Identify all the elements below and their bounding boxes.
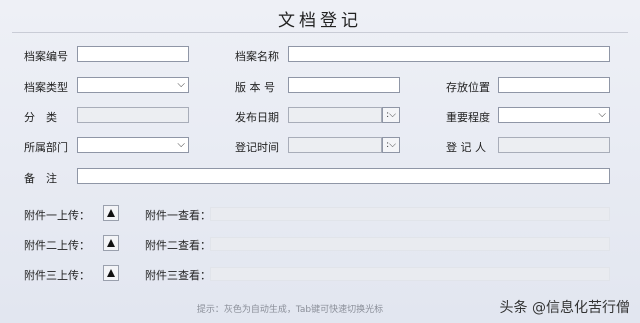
registrant-label: 登 记 人 [446, 141, 486, 154]
category-field [77, 107, 189, 123]
title-divider [12, 32, 628, 33]
archive-type-select[interactable]: ⌵ [77, 77, 189, 93]
attachment2-view-label: 附件二查看： [145, 239, 211, 252]
form-title: 文档登记 [278, 11, 362, 31]
reg-time-label: 登记时间 [235, 141, 279, 154]
hint-text: 提示：灰色为自动生成，Tab键可快速切换光标 [196, 305, 384, 315]
attachment2-upload-button[interactable] [103, 235, 119, 251]
reg-time-field[interactable] [288, 137, 382, 153]
attachment3-view-label: 附件三查看： [145, 269, 211, 282]
attachment2-view-field[interactable] [210, 237, 610, 251]
archive-no-input[interactable] [77, 46, 189, 62]
remark-label: 备 注 [24, 172, 57, 185]
chevron-down-icon: ⌵ [177, 139, 185, 150]
chevron-down-icon: ⌵ [598, 109, 606, 120]
registrant-field [498, 137, 610, 153]
archive-name-input[interactable] [288, 46, 610, 62]
upload-triangle-icon [107, 269, 115, 277]
importance-label: 重要程度 [446, 111, 490, 124]
publish-date-label: 发布日期 [235, 111, 279, 124]
department-select[interactable]: ⌵ [77, 137, 189, 153]
reg-time-spin[interactable]: :⌵ [382, 137, 400, 153]
department-label: 所属部门 [24, 141, 68, 154]
watermark: 头条 @信息化苦行僧 [499, 300, 630, 316]
importance-select[interactable]: ⌵ [498, 107, 610, 123]
chevron-down-icon: ⌵ [177, 79, 185, 90]
attachment3-upload-button[interactable] [103, 265, 119, 281]
attachment3-view-field[interactable] [210, 267, 610, 281]
archive-name-label: 档案名称 [235, 50, 279, 63]
storage-label: 存放位置 [446, 81, 490, 94]
version-input[interactable] [288, 77, 400, 93]
version-label: 版 本 号 [235, 81, 275, 94]
attachment3-upload-label: 附件三上传： [24, 269, 90, 282]
upload-triangle-icon [107, 239, 115, 247]
attachment2-upload-label: 附件二上传： [24, 239, 90, 252]
attachment1-upload-label: 附件一上传： [24, 209, 90, 222]
publish-date-spin[interactable]: :⌵ [382, 107, 400, 123]
remark-input[interactable] [77, 168, 610, 184]
attachment1-view-field[interactable] [210, 207, 610, 221]
storage-input[interactable] [498, 77, 610, 93]
archive-type-label: 档案类型 [24, 81, 68, 94]
category-label: 分 类 [24, 111, 57, 124]
publish-date-field[interactable] [288, 107, 382, 123]
archive-no-label: 档案编号 [24, 50, 68, 63]
attachment1-view-label: 附件一查看： [145, 209, 211, 222]
attachment1-upload-button[interactable] [103, 205, 119, 221]
upload-triangle-icon [107, 209, 115, 217]
